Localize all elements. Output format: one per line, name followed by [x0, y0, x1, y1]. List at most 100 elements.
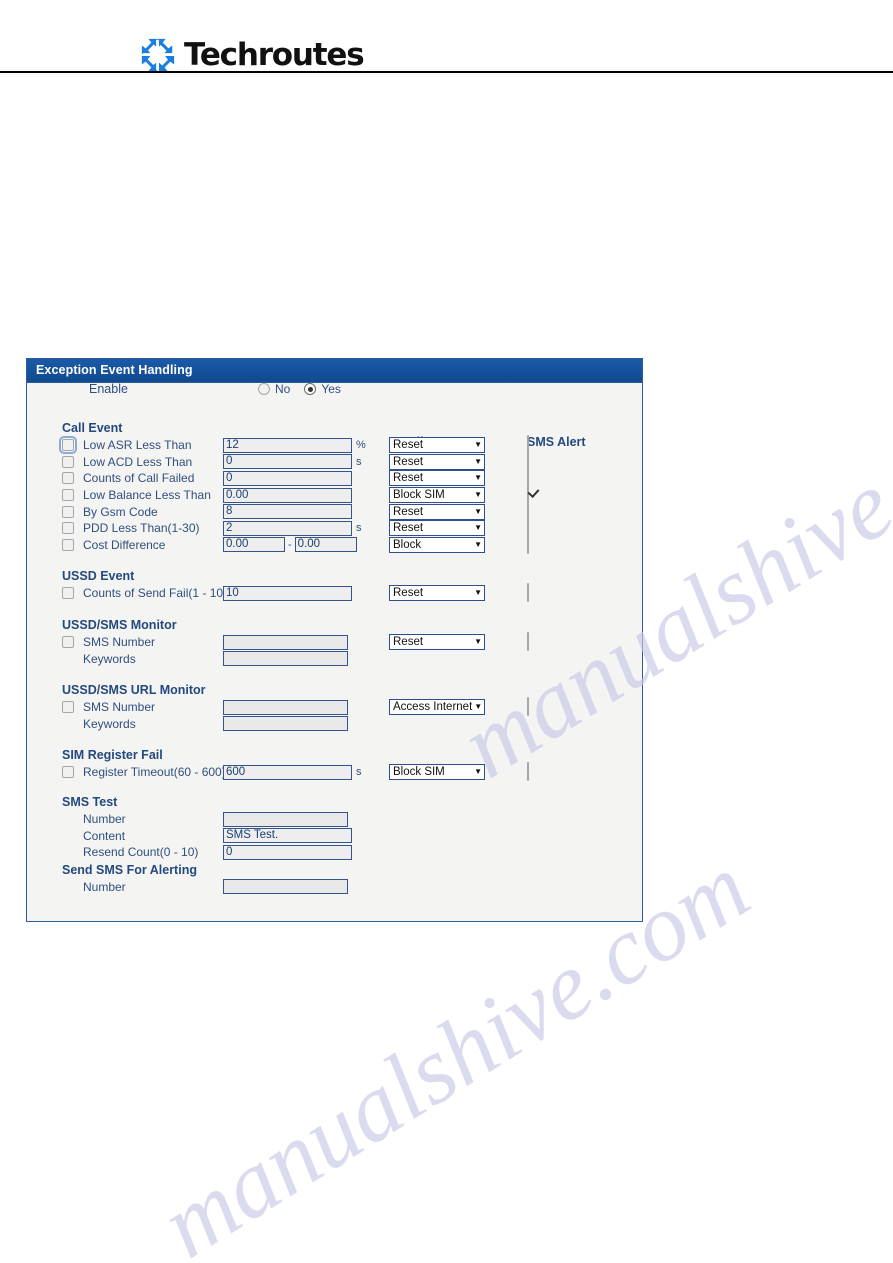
section-sms-test: SMS Test Number Content SMS Test. Resend Cou… — [27, 793, 642, 861]
handle-cell: Reset ▼ — [389, 503, 485, 520]
sms-alert-cell — [527, 632, 529, 652]
row-label-cell: Keywords — [27, 653, 223, 665]
chevron-down-icon: ▼ — [474, 456, 482, 466]
value-input[interactable] — [223, 651, 348, 667]
chevron-down-icon: ▼ — [474, 440, 482, 450]
chevron-down-icon: ▼ — [474, 539, 482, 549]
section-call-event: Call Event Low ASR Less Than 12% Reset ▼ Low … — [27, 419, 642, 554]
row-enable-checkbox[interactable] — [62, 505, 74, 518]
row-label: By Gsm Code — [83, 504, 158, 519]
sms-alert-checkbox[interactable] — [527, 583, 529, 603]
value-input[interactable] — [223, 634, 348, 650]
chevron-down-icon: ▼ — [474, 702, 483, 712]
chevron-down-icon: ▼ — [474, 523, 482, 533]
row-label-cell: By Gsm Code — [27, 504, 223, 519]
enable-radio-no[interactable] — [258, 383, 270, 395]
row-enable-checkbox[interactable] — [62, 538, 74, 551]
handle-select[interactable]: Access Internet ▼ — [389, 699, 485, 716]
form-row: Low ACD Less Than 0 s Reset ▼ — [27, 451, 642, 471]
handle-select-value: Reset — [393, 505, 424, 518]
handle-select[interactable]: Block SIM ▼ — [389, 487, 485, 504]
value-input[interactable]: 10 — [223, 585, 352, 601]
row-label-cell: SMS Number — [27, 636, 223, 649]
row-enable-checkbox[interactable] — [62, 766, 74, 779]
sms-alert-checkbox[interactable] — [527, 632, 529, 652]
row-value-cell: 12% — [223, 437, 366, 453]
handle-select[interactable]: Reset ▼ — [389, 585, 485, 602]
value-input-max[interactable]: 0.00 — [294, 537, 357, 553]
section-heading: SMS Test — [62, 794, 118, 809]
handle-select-value: Reset — [393, 472, 424, 485]
sms-alert-cell — [527, 697, 529, 717]
form-row: Content SMS Test. — [27, 827, 642, 844]
handle-select[interactable]: Block ▼ — [389, 536, 485, 553]
brand-logo: Techroutes — [139, 36, 365, 74]
row-enable-checkbox[interactable] — [62, 472, 74, 485]
sms-alert-checkbox[interactable] — [527, 534, 529, 554]
row-value-cell: 0.00-0.00 — [223, 537, 357, 553]
value-input[interactable] — [223, 699, 348, 715]
sms-alert-cell — [527, 583, 529, 603]
value-input-min[interactable]: 0.00 — [223, 537, 285, 553]
form-row: By Gsm Code 8 Reset ▼ — [27, 501, 642, 521]
row-value-cell: 2s — [223, 520, 362, 536]
enable-radio-yes[interactable] — [304, 383, 317, 395]
row-value-cell — [223, 811, 348, 827]
form-row: Number — [27, 811, 642, 828]
section-heading: Send SMS For Alerting — [62, 862, 197, 877]
value-input[interactable]: 0 — [223, 844, 352, 860]
value-input[interactable]: 2 — [223, 520, 352, 536]
value-input[interactable]: 8 — [223, 504, 352, 520]
row-label-cell: Cost Difference — [27, 538, 223, 551]
sms-alert-checkbox[interactable] — [527, 762, 529, 782]
value-input[interactable]: 0 — [223, 470, 352, 486]
row-value-cell — [223, 879, 348, 895]
enable-radio-group[interactable]: No Yes — [258, 383, 341, 395]
row-enable-checkbox[interactable] — [62, 455, 74, 468]
panel-body: Enable No Yes Handle SMS Alert Call Even… — [27, 383, 642, 921]
row-label: Counts of Call Failed — [83, 471, 195, 486]
value-input[interactable]: 12 — [223, 437, 352, 453]
row-label: Low ACD Less Than — [83, 454, 193, 469]
section-send-sms-for-alerting: Send SMS For Alerting Number — [27, 861, 642, 896]
sms-alert-cell — [527, 534, 529, 554]
row-label: Low ASR Less Than — [83, 438, 192, 453]
row-enable-checkbox[interactable] — [62, 636, 74, 649]
chevron-down-icon: ▼ — [474, 490, 482, 500]
row-value-cell — [223, 716, 348, 732]
row-value-cell: 10 — [223, 585, 352, 601]
handle-select-value: Reset — [393, 636, 424, 649]
row-enable-checkbox[interactable] — [62, 489, 74, 502]
handle-select-value: Reset — [393, 587, 424, 600]
form-row: Counts of Send Fail(1 - 100) 10 Reset ▼ — [27, 583, 642, 603]
form-row: Resend Count(0 - 10) 0 — [27, 844, 642, 861]
handle-cell: Reset ▼ — [389, 634, 485, 651]
enable-label: Enable — [89, 382, 128, 396]
handle-select[interactable]: Reset ▼ — [389, 634, 485, 651]
row-enable-checkbox[interactable] — [59, 436, 77, 455]
handle-select[interactable]: Block SIM ▼ — [389, 764, 485, 781]
form-row: Keywords — [27, 716, 642, 733]
value-input[interactable]: SMS Test. — [223, 828, 352, 844]
value-input[interactable]: 600 — [223, 764, 352, 780]
handle-select[interactable]: Reset ▼ — [389, 437, 485, 454]
handle-select[interactable]: Reset ▼ — [389, 503, 485, 520]
row-enable-checkbox[interactable] — [62, 522, 74, 535]
handle-select[interactable]: Reset ▼ — [389, 453, 485, 470]
handle-select[interactable]: Reset ▼ — [389, 470, 485, 487]
sms-alert-checkbox[interactable] — [527, 697, 529, 717]
handle-select[interactable]: Reset ▼ — [389, 520, 485, 537]
value-input[interactable]: 0.00 — [223, 487, 352, 503]
row-enable-checkbox[interactable] — [62, 587, 74, 600]
value-input[interactable] — [223, 811, 348, 827]
row-label-cell: Resend Count(0 - 10) — [27, 846, 223, 858]
row-value-cell: 0 — [223, 844, 352, 860]
row-label-cell: Content — [27, 830, 223, 842]
value-input[interactable] — [223, 716, 348, 732]
value-unit: s — [356, 522, 362, 535]
sections-container: Call Event Low ASR Less Than 12% Reset ▼ Low … — [27, 419, 642, 895]
value-input[interactable]: 0 — [223, 454, 352, 470]
row-label-cell: SMS Number — [27, 701, 223, 714]
row-enable-checkbox[interactable] — [62, 701, 74, 714]
value-input[interactable] — [223, 879, 348, 895]
